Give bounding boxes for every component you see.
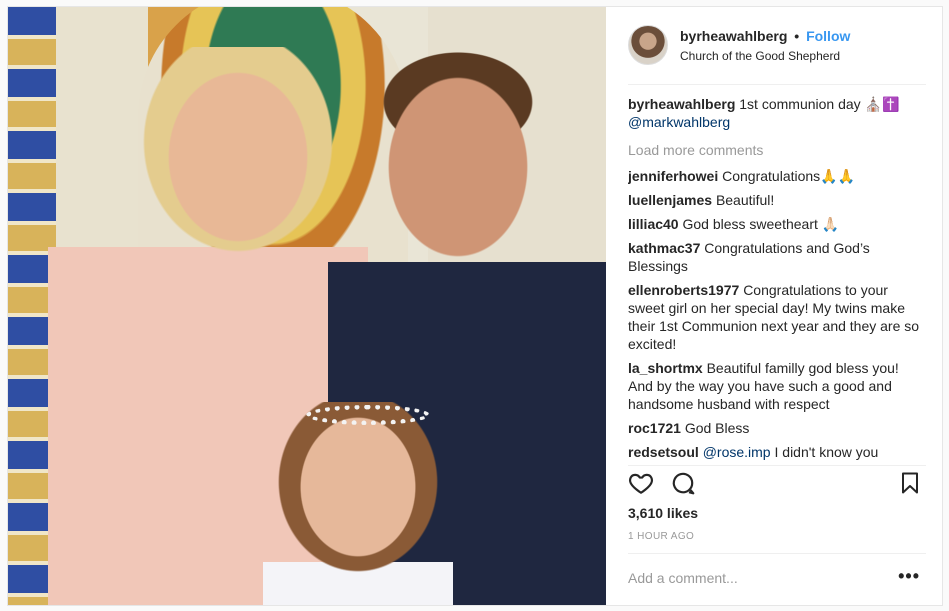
post-header-line: byrheawahlberg • Follow [680, 28, 850, 44]
divider [628, 465, 926, 466]
post-timestamp[interactable]: 1 HOUR AGO [628, 531, 694, 542]
post-actions [628, 470, 926, 500]
comment-username[interactable]: roc1721 [628, 420, 681, 436]
comment-item: kathmac37 Congratulations and God’s Bles… [628, 239, 926, 275]
photo-person-girl [263, 402, 453, 605]
comment-mention[interactable]: @rose.imp [703, 444, 771, 460]
comment-item: jenniferhowei Congratulations🙏🙏 [628, 167, 926, 185]
avatar[interactable] [628, 25, 668, 65]
location-link[interactable]: Church of the Good Shepherd [680, 49, 850, 63]
heart-icon [629, 473, 653, 494]
comment-item: redsetsoul @rose.imp I didn't know you [628, 443, 926, 461]
comment-text: I didn't know you [774, 444, 879, 460]
comment-text: Beautiful! [715, 192, 775, 208]
bookmark-icon [902, 472, 918, 494]
post-caption: byrheawahlberg 1st communion day ⛪✝️ @ma… [628, 95, 926, 131]
divider [628, 84, 926, 85]
separator-dot: • [794, 27, 800, 44]
photo-flower-wreath [306, 405, 430, 425]
comment-text: God Bless [684, 420, 750, 436]
comment-item: luellenjames Beautiful! [628, 191, 926, 209]
instagram-post: byrheawahlberg • Follow Church of the Go… [7, 6, 943, 606]
post-photo[interactable] [8, 7, 606, 605]
comment-button[interactable] [670, 470, 698, 498]
comment-item: la_shortmx Beautiful familly god bless y… [628, 359, 926, 413]
comment-item: roc1721 God Bless [628, 419, 926, 437]
comment-username[interactable]: luellenjames [628, 192, 712, 208]
comments-list[interactable]: byrheawahlberg 1st communion day ⛪✝️ @ma… [628, 95, 926, 461]
save-button[interactable] [898, 470, 926, 498]
comment-item: lilliac40 God bless sweetheart 🙏🏻 [628, 215, 926, 233]
like-button[interactable] [628, 470, 656, 498]
add-comment-input[interactable] [628, 567, 878, 589]
follow-button[interactable]: Follow [806, 28, 850, 44]
comment-text: God bless sweetheart 🙏🏻 [682, 216, 840, 232]
comment-item: ellenroberts1977 Congratulations to your… [628, 281, 926, 353]
post-header-meta: byrheawahlberg • Follow Church of the Go… [680, 28, 850, 63]
post-header: byrheawahlberg • Follow Church of the Go… [606, 7, 942, 83]
more-options-button[interactable]: ••• [898, 567, 920, 585]
likes-count[interactable]: 3,610 likes [628, 505, 698, 521]
caption-mention[interactable]: @markwahlberg [628, 114, 730, 130]
caption-text: 1st communion day ⛪✝️ [739, 96, 900, 112]
speech-bubble-icon [672, 472, 695, 495]
post-sidebar: byrheawahlberg • Follow Church of the Go… [606, 7, 942, 605]
comment-username[interactable]: jenniferhowei [628, 168, 718, 184]
username-link[interactable]: byrheawahlberg [680, 28, 787, 44]
caption-username[interactable]: byrheawahlberg [628, 96, 735, 112]
comment-username[interactable]: kathmac37 [628, 240, 700, 256]
divider [628, 553, 926, 554]
comment-username[interactable]: la_shortmx [628, 360, 703, 376]
comment-username[interactable]: ellenroberts1977 [628, 282, 739, 298]
comment-username[interactable]: lilliac40 [628, 216, 679, 232]
load-more-comments-button[interactable]: Load more comments [628, 141, 926, 159]
comment-text: Congratulations🙏🙏 [722, 168, 856, 184]
comment-username[interactable]: redsetsoul [628, 444, 699, 460]
